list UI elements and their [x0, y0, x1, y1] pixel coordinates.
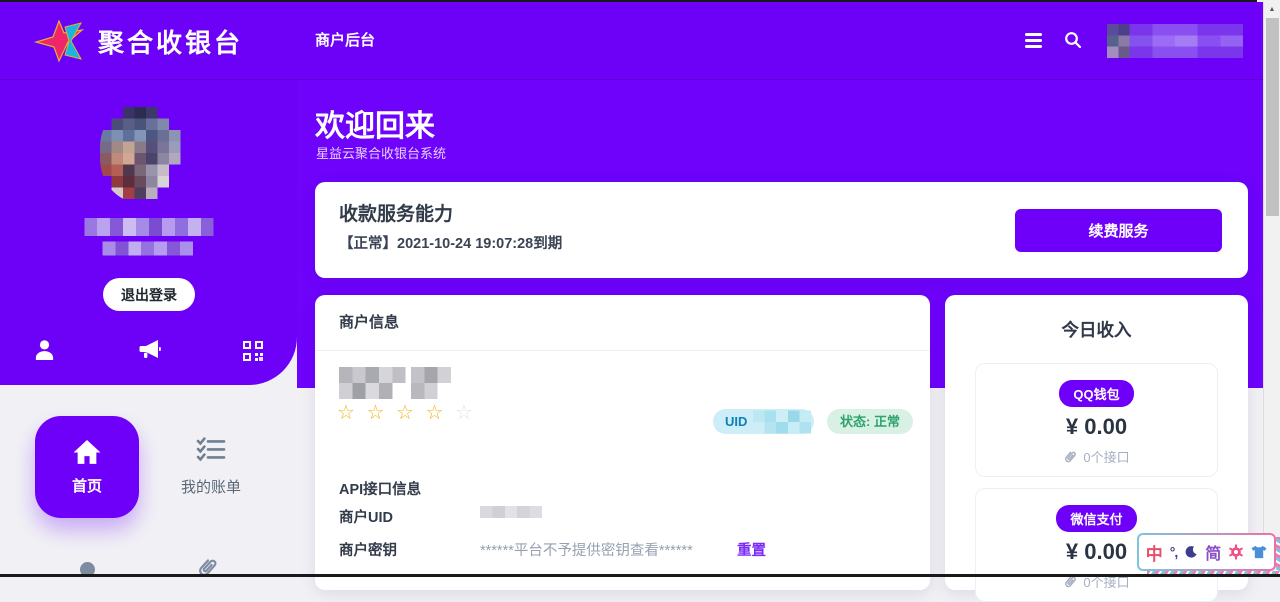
logout-button[interactable]: 退出登录 — [103, 278, 195, 311]
tshirt-skin-icon[interactable] — [1251, 545, 1267, 559]
star-icon: ☆ — [367, 402, 388, 424]
pay-channel-badge: 微信支付 — [1056, 505, 1136, 532]
merchant-card-title: 商户信息 — [315, 295, 930, 351]
star-icon: ☆ — [337, 402, 358, 424]
star-icon: ☆ — [396, 402, 417, 424]
page-title: 欢迎回来 — [315, 101, 435, 145]
qr-code-icon[interactable] — [243, 341, 263, 361]
uid-badge: UID — [713, 409, 814, 434]
user-avatar-redacted — [100, 103, 192, 203]
scrollbar-up-arrow-icon[interactable]: ▲ — [1264, 2, 1280, 17]
merchant-info-card: 商户信息 ☆ ☆ ☆ ☆ ☆ UID 状态: 正常 API接口信息 商户UID … — [315, 295, 930, 590]
user-name-redacted — [84, 218, 214, 262]
vertical-scrollbar[interactable]: ▲ — [1263, 2, 1280, 574]
uid-value-redacted — [753, 409, 811, 435]
topbar-user-redacted[interactable] — [1103, 24, 1247, 58]
checklist-icon — [196, 437, 226, 462]
merchant-uid-value-redacted — [480, 504, 542, 520]
gear-icon[interactable] — [1228, 544, 1244, 560]
interface-count: 0个接口 — [1083, 447, 1129, 466]
status-badge: 状态: 正常 — [827, 409, 913, 434]
brand[interactable]: 聚合收银台 — [34, 2, 243, 80]
service-card-title: 收款服务能力 — [339, 199, 453, 226]
profile-icon[interactable] — [35, 340, 54, 361]
renew-service-button[interactable]: 续费服务 — [1015, 209, 1222, 252]
star-icon: ☆ — [455, 402, 476, 424]
service-capability-card: 收款服务能力 【正常】2021-10-24 19:07:28到期 续费服务 — [315, 182, 1248, 278]
nav-merchant-backend[interactable]: 商户后台 — [315, 2, 375, 80]
sidebar-item-home[interactable]: 首页 — [35, 416, 139, 518]
ime-punctuation-toggle[interactable]: °, — [1170, 544, 1178, 560]
logo-star-icon — [34, 20, 84, 62]
search-icon[interactable] — [1064, 31, 1082, 49]
paperclip-icon — [1063, 449, 1077, 464]
brand-title: 聚合收银台 — [98, 23, 243, 60]
merchant-key-field-label: 商户密钥 — [339, 539, 397, 560]
announcement-icon[interactable] — [138, 338, 161, 361]
ime-simplified-toggle[interactable]: 简 — [1205, 540, 1221, 564]
income-amount: ¥ 0.00 — [1066, 539, 1127, 565]
service-expiry-status: 【正常】2021-10-24 19:07:28到期 — [339, 232, 562, 253]
pay-channel-badge: QQ钱包 — [1059, 380, 1133, 407]
window-top-edge — [0, 0, 1257, 2]
merchant-uid-field-label: 商户UID — [339, 506, 393, 527]
page-subtitle: 星益云聚合收银台系统 — [316, 143, 446, 162]
sidebar-item-bills-label: 我的账单 — [181, 476, 241, 497]
income-amount: ¥ 0.00 — [1066, 414, 1127, 440]
today-income-title: 今日收入 — [945, 295, 1248, 342]
reset-key-link[interactable]: 重置 — [737, 539, 766, 560]
sidebar-item-home-label: 首页 — [72, 475, 102, 496]
merchant-name-redacted — [339, 367, 459, 399]
api-info-title: API接口信息 — [339, 478, 421, 499]
ime-toolbar[interactable]: 中 °, 简 — [1137, 533, 1276, 571]
scrollbar-thumb[interactable] — [1266, 18, 1279, 216]
home-icon — [72, 439, 102, 466]
merchant-rating-stars: ☆ ☆ ☆ ☆ ☆ — [337, 400, 476, 425]
income-item-qq-wallet: QQ钱包 ¥ 0.00 0个接口 — [975, 363, 1218, 477]
merchant-key-masked-value: ******平台不予提供密钥查看****** — [480, 539, 693, 560]
menu-icon[interactable] — [1025, 33, 1042, 51]
star-icon: ☆ — [426, 402, 447, 424]
sidebar-item-bills[interactable]: 我的账单 — [168, 437, 254, 497]
uid-badge-label: UID — [725, 414, 747, 429]
ime-language-toggle[interactable]: 中 — [1146, 540, 1163, 565]
moon-icon[interactable] — [1184, 545, 1198, 559]
paperclip-icon-cutoff — [191, 551, 223, 584]
